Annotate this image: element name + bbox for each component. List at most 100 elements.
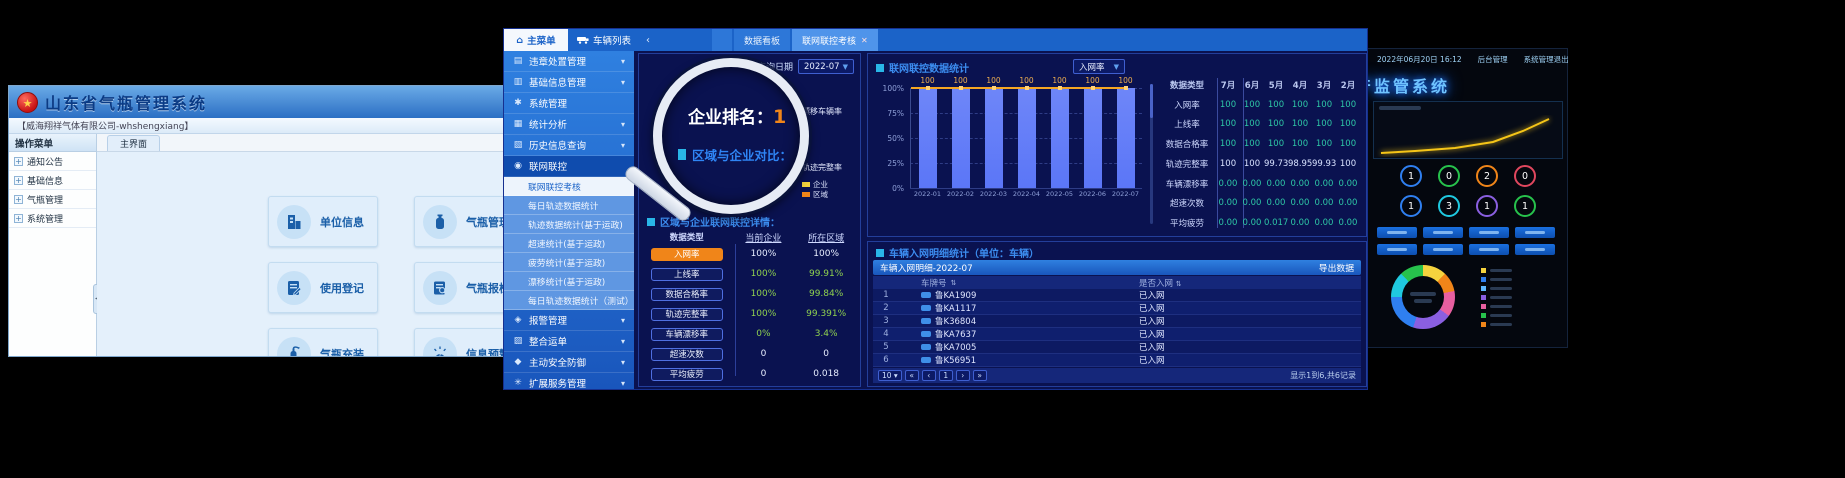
rank-value: 1 [773,106,786,128]
prev-page-button[interactable]: ‹ [922,370,936,381]
tab-fragment[interactable] [712,29,732,51]
page-size-select[interactable]: 10 ▾ [878,370,902,381]
metric-button-overspeed[interactable]: 超速次数 [651,348,723,361]
menu-item-waybill[interactable]: ▨整合运单▾ [504,331,634,352]
filter-button[interactable] [1469,227,1509,238]
enterprise-rank: 企业排名：1 [688,103,786,128]
menu-item-extended-service[interactable]: ✳扩展服务管理▾ [504,373,634,389]
submenu-daily-track-test[interactable]: 每日轨迹数据统计（测试） [504,291,634,310]
magnifier-lens: 企业排名：1 区域与企业对比： [653,58,809,214]
compare-title: 区域与企业对比： [678,145,792,164]
submenu-daily-track[interactable]: 每日轨迹数据统计 [504,196,634,215]
stats-icon: ▦ [513,119,523,129]
table-row[interactable]: 2 鲁KA1117 已入网 [873,302,1361,315]
tab-main-screen[interactable]: 主界面 [107,135,160,151]
bar-group: 1002022-04 [1010,88,1043,188]
metric-button-fatigue[interactable]: 平均疲劳 [651,368,723,381]
submenu-track-stats[interactable]: 轨迹数据统计(基于运政) [504,215,634,234]
menu-item-network-control[interactable]: ◉联网联控 [504,156,634,177]
bar-group: 1002022-06 [1076,88,1109,188]
filter-button[interactable] [1515,227,1555,238]
table-row[interactable]: 6 鲁K56951 已入网 [873,354,1361,367]
submenu-drift-stats[interactable]: 漂移统计(基于运政) [504,272,634,291]
kpi-ring: 3 [1438,195,1460,217]
sidebar-item-notice[interactable]: + 通知公告 [9,152,96,171]
car-icon [921,344,931,350]
caret-down-icon: ▼ [1114,63,1119,71]
menu-item-system[interactable]: ✱系统管理 [504,93,634,114]
sort-icon[interactable]: ⇅ [1176,280,1182,288]
card-usage-register[interactable]: 使用登记 [268,262,378,313]
expand-plus-icon[interactable]: + [14,176,23,185]
filter-button[interactable] [1469,244,1509,255]
next-page-button[interactable]: › [956,370,970,381]
menu-item-alarm[interactable]: ◈报警管理▾ [504,310,634,331]
tab-main-menu[interactable]: ⌂ 主菜单 [504,29,568,51]
legend-swatch [1481,295,1486,300]
bar-chart: 100% 75% 50% 25% 0% 1002022-01 1002022-0… [876,88,1142,188]
logout-link[interactable]: 系统管理退出 [1524,54,1569,65]
tab-network-assessment[interactable]: 联网联控考核 ✕ [792,29,878,51]
bar-group: 1002022-05 [1043,88,1076,188]
metric-button-data-qualified[interactable]: 数据合格率 [651,288,723,301]
filter-button[interactable] [1423,244,1463,255]
filter-button[interactable] [1377,227,1417,238]
tab-vehicle-list[interactable]: 车辆列表 [568,29,640,51]
export-button[interactable]: 导出数据 [1319,261,1354,274]
sidebar-collapse-icon[interactable]: ‹ [640,29,656,51]
table-subtitle: 车辆入网明细-2022-07 [880,261,973,274]
national-emblem-icon: ★ [17,92,38,113]
expand-plus-icon[interactable]: + [14,214,23,223]
submenu-overspeed-stats[interactable]: 超速统计(基于运政) [504,234,634,253]
title-bullet-icon [678,149,686,160]
kpi-ring: 1 [1400,195,1422,217]
history-search-icon: ▧ [513,140,523,150]
vehicle-panel-title: 车辆入网明细统计（单位：车辆） [876,245,1039,260]
kpi-ring: 1 [1400,165,1422,187]
menu-item-statistics[interactable]: ▦统计分析▾ [504,114,634,135]
menu-item-violation[interactable]: ▤违章处置管理▾ [504,51,634,72]
close-icon[interactable]: ✕ [861,36,868,45]
legend-swatch [1481,286,1486,291]
filter-button[interactable] [1423,227,1463,238]
donut-legend [1481,268,1512,327]
metric-dropdown[interactable]: 入网率▼ [1073,59,1125,74]
submenu-network-assessment[interactable]: 联网联控考核 [504,177,634,196]
admin-link[interactable]: 后台管理 [1478,54,1508,65]
sidebar-item-cylinder-mgmt[interactable]: + 气瓶管理 [9,190,96,209]
table-row[interactable]: 4 鲁KA7637 已入网 [873,328,1361,341]
submenu-fatigue-stats[interactable]: 疲劳统计(基于运政) [504,253,634,272]
info-layers-icon: ▥ [513,77,523,87]
filter-button[interactable] [1377,244,1417,255]
menu-item-active-safety[interactable]: ◆主动安全防御▾ [504,352,634,373]
bar [1051,88,1069,188]
first-page-button[interactable]: « [905,370,919,381]
car-icon [921,318,931,324]
metric-button-inwang[interactable]: 入网率 [651,248,723,261]
metric-button-online[interactable]: 上线率 [651,268,723,281]
card-unit-info[interactable]: 单位信息 [268,196,378,247]
sort-icon[interactable]: ⇅ [951,279,957,287]
current-page[interactable]: 1 [939,370,953,381]
table-row[interactable]: 1 鲁KA1909 已入网 [873,289,1361,302]
sidebar-item-system-mgmt[interactable]: + 系统管理 [9,209,96,228]
table-row[interactable]: 3 鲁K36804 已入网 [873,315,1361,328]
scrollbar[interactable] [1150,84,1153,224]
plate-column-header[interactable]: 车牌号 [921,277,947,289]
metric-button-drift[interactable]: 车辆漂移率 [651,328,723,341]
last-page-button[interactable]: » [973,370,987,381]
status-column-header[interactable]: 是否入网 [1139,279,1173,289]
menu-item-history-query[interactable]: ▧历史信息查询▾ [504,135,634,156]
tab-data-dashboard[interactable]: 数据看板 [734,29,790,51]
menu-item-basic-info[interactable]: ▥基础信息管理▾ [504,72,634,93]
sidebar-item-basic-info[interactable]: + 基础信息 [9,171,96,190]
card-cylinder-filling[interactable]: 气瓶充装 [268,328,378,356]
expand-plus-icon[interactable]: + [14,157,23,166]
expand-plus-icon[interactable]: + [14,195,23,204]
filter-button[interactable] [1515,244,1555,255]
detail-row: 车辆漂移率 0% 3.4% [641,324,858,344]
table-row[interactable]: 5 鲁KA7005 已入网 [873,341,1361,354]
kpi-ring-row-2: 1 3 1 1 [1373,195,1563,217]
metric-button-track-complete[interactable]: 轨迹完整率 [651,308,723,321]
months-row: 上线率 100100100100100100 [1158,115,1362,133]
